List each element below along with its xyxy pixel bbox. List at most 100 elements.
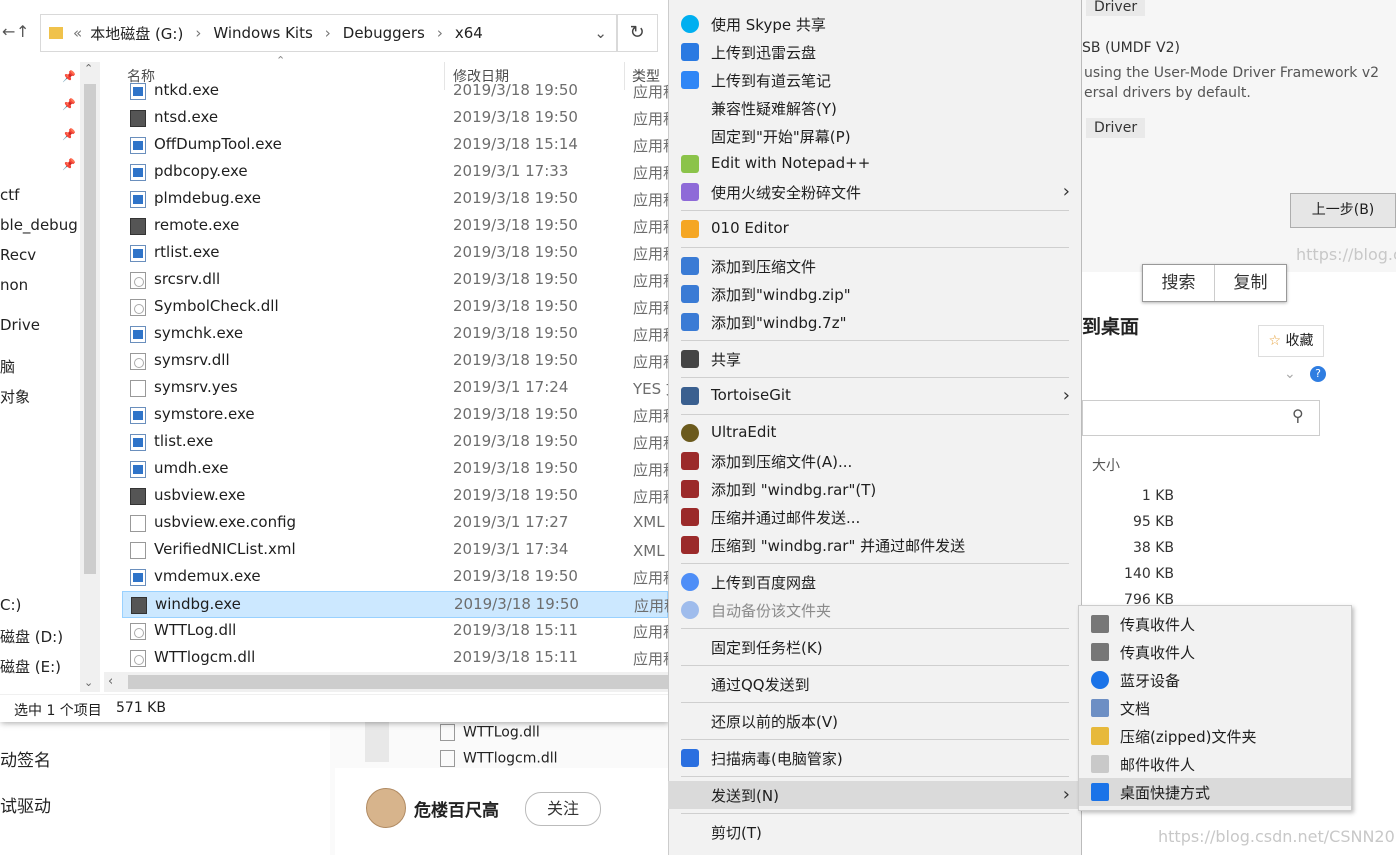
scroll-left-icon[interactable]: ‹ bbox=[108, 674, 113, 689]
nav-item[interactable]: ble_debug bbox=[0, 216, 78, 234]
prev-step-button[interactable]: 上一步(B) bbox=[1290, 193, 1396, 228]
file-row[interactable]: SymbolCheck.dll 2019/3/18 19:50 应用程 bbox=[122, 294, 668, 321]
author-name[interactable]: 危楼百尺高 bbox=[414, 796, 499, 821]
pin-icon[interactable]: 📌 bbox=[62, 70, 76, 83]
copy-button[interactable]: 复制 bbox=[1215, 265, 1286, 301]
breadcrumb-separator-icon[interactable]: › bbox=[325, 24, 331, 42]
file-row[interactable]: windbg.exe 2019/3/18 19:50 应用程 bbox=[122, 591, 669, 618]
address-dropdown-icon[interactable]: ⌄ bbox=[594, 24, 607, 42]
file-row[interactable]: WTTlogcm.dll 2019/3/18 15:11 应用程 bbox=[122, 645, 668, 672]
menu-item[interactable]: Edit with Notepad++ bbox=[668, 150, 1082, 178]
menu-item[interactable]: 010 Editor bbox=[668, 215, 1082, 243]
file-row[interactable]: symsrv.yes 2019/3/1 17:24 YES 文 bbox=[122, 375, 668, 402]
menu-item[interactable]: 添加到 "windbg.rar"(T) bbox=[668, 475, 1082, 503]
nav-item[interactable]: Recv bbox=[0, 246, 36, 264]
nav-item[interactable]: 对象 bbox=[0, 386, 30, 407]
menu-item[interactable]: 压缩到 "windbg.rar" 并通过邮件发送 bbox=[668, 531, 1082, 559]
file-row[interactable]: symsrv.dll 2019/3/18 19:50 应用程 bbox=[122, 348, 668, 375]
send-to-item-label: 传真收件人 bbox=[1120, 616, 1196, 634]
address-bar[interactable]: « 本地磁盘 (G:) › Windows Kits › Debuggers › x6… bbox=[40, 14, 618, 52]
nav-item[interactable]: non bbox=[0, 276, 28, 294]
author-avatar[interactable] bbox=[366, 788, 406, 828]
menu-item[interactable]: 固定到任务栏(K) bbox=[668, 633, 1082, 661]
menu-item[interactable]: 添加到"windbg.7z" bbox=[668, 308, 1082, 336]
follow-button[interactable]: 关注 bbox=[525, 792, 601, 826]
search-button[interactable]: 搜索 bbox=[1143, 265, 1215, 301]
menu-item[interactable]: 上传到有道云笔记 bbox=[668, 66, 1082, 94]
send-to-item[interactable]: 传真收件人 bbox=[1079, 638, 1351, 666]
menu-item[interactable]: 通过QQ发送到 bbox=[668, 670, 1082, 698]
file-row[interactable]: symstore.exe 2019/3/18 19:50 应用程 bbox=[122, 402, 668, 429]
scroll-up-icon[interactable]: ⌃ bbox=[84, 62, 93, 75]
breadcrumb-separator-icon[interactable]: › bbox=[437, 24, 443, 42]
horizontal-scrollbar-thumb[interactable] bbox=[128, 675, 668, 689]
nav-scrollbar-thumb[interactable] bbox=[84, 84, 96, 574]
menu-item[interactable]: 发送到(N) › bbox=[668, 781, 1082, 809]
nav-item[interactable]: 脑 bbox=[0, 356, 15, 377]
menu-item[interactable]: 兼容性疑难解答(Y) bbox=[668, 94, 1082, 122]
nav-item[interactable]: 磁盘 (D:) bbox=[0, 626, 63, 647]
size-column-header[interactable]: 大小 bbox=[1092, 455, 1120, 475]
menu-item[interactable]: 添加到压缩文件(A)... bbox=[668, 447, 1082, 475]
file-row[interactable]: plmdebug.exe 2019/3/18 19:50 应用程 bbox=[122, 186, 668, 213]
file-row[interactable]: ntkd.exe 2019/3/18 19:50 应用程 bbox=[122, 78, 668, 105]
favorite-button[interactable]: ☆ 收藏 bbox=[1258, 325, 1324, 357]
chevron-down-icon[interactable]: ⌄ bbox=[1284, 366, 1296, 382]
menu-item[interactable]: 添加到"windbg.zip" bbox=[668, 280, 1082, 308]
nav-item[interactable]: ctf bbox=[0, 186, 19, 204]
file-row[interactable]: symchk.exe 2019/3/18 19:50 应用程 bbox=[122, 321, 668, 348]
pin-icon[interactable]: 📌 bbox=[62, 158, 76, 171]
file-row[interactable]: VerifiedNICList.xml 2019/3/1 17:34 XML 文 bbox=[122, 537, 668, 564]
menu-item[interactable]: 固定到"开始"屏幕(P) bbox=[668, 122, 1082, 150]
menu-item[interactable]: TortoiseGit › bbox=[668, 382, 1082, 410]
search-icon[interactable]: ⚲ bbox=[1292, 406, 1304, 425]
breadcrumb-windows-kits[interactable]: Windows Kits bbox=[213, 24, 312, 42]
file-row[interactable]: rtlist.exe 2019/3/18 19:50 应用程 bbox=[122, 240, 668, 267]
pin-icon[interactable]: 📌 bbox=[62, 98, 76, 111]
file-row[interactable]: srcsrv.dll 2019/3/18 19:50 应用程 bbox=[122, 267, 668, 294]
menu-item[interactable]: UltraEdit bbox=[668, 419, 1082, 447]
nav-item[interactable]: 磁盘 (E:) bbox=[0, 656, 61, 677]
breadcrumb-separator-icon[interactable]: › bbox=[195, 24, 201, 42]
breadcrumb-debuggers[interactable]: Debuggers bbox=[343, 24, 425, 42]
nav-item[interactable]: Drive bbox=[0, 316, 40, 334]
menu-item-label: Edit with Notepad++ bbox=[711, 154, 871, 172]
scroll-down-icon[interactable]: ⌄ bbox=[84, 676, 93, 689]
send-to-item[interactable]: 蓝牙设备 bbox=[1079, 666, 1351, 694]
breadcrumb-drive[interactable]: 本地磁盘 (G:) bbox=[90, 23, 183, 44]
menu-item[interactable]: 使用火绒安全粉碎文件 › bbox=[668, 178, 1082, 206]
file-row[interactable]: OffDumpTool.exe 2019/3/18 15:14 应用程 bbox=[122, 132, 668, 159]
file-row[interactable]: pdbcopy.exe 2019/3/1 17:33 应用程 bbox=[122, 159, 668, 186]
menu-item[interactable]: 使用 Skype 共享 bbox=[668, 10, 1082, 38]
file-row[interactable]: remote.exe 2019/3/18 19:50 应用程 bbox=[122, 213, 668, 240]
pin-icon[interactable]: 📌 bbox=[62, 128, 76, 141]
file-row[interactable]: umdh.exe 2019/3/18 19:50 应用程 bbox=[122, 456, 668, 483]
file-row[interactable]: vmdemux.exe 2019/3/18 19:50 应用程 bbox=[122, 564, 668, 591]
menu-item[interactable]: 剪切(T) bbox=[668, 818, 1082, 846]
file-row[interactable]: tlist.exe 2019/3/18 19:50 应用程 bbox=[122, 429, 668, 456]
back-arrow-icon[interactable]: ← bbox=[2, 22, 15, 41]
send-to-item[interactable]: 桌面快捷方式 bbox=[1079, 778, 1351, 806]
menu-item[interactable]: 扫描病毒(电脑管家) bbox=[668, 744, 1082, 772]
overflow-chevron-icon[interactable]: « bbox=[73, 24, 82, 42]
send-to-item[interactable]: 文档 bbox=[1079, 694, 1351, 722]
menu-item[interactable]: 还原以前的版本(V) bbox=[668, 707, 1082, 735]
menu-item[interactable]: 共享 bbox=[668, 345, 1082, 373]
refresh-icon[interactable]: ↻ bbox=[616, 14, 658, 52]
file-row[interactable]: usbview.exe 2019/3/18 19:50 应用程 bbox=[122, 483, 668, 510]
file-row[interactable]: ntsd.exe 2019/3/18 19:50 应用程 bbox=[122, 105, 668, 132]
background-search-box[interactable] bbox=[1082, 400, 1320, 436]
send-to-item[interactable]: 传真收件人 bbox=[1079, 610, 1351, 638]
help-icon[interactable]: ? bbox=[1310, 366, 1326, 382]
menu-item[interactable]: 上传到百度网盘 bbox=[668, 568, 1082, 596]
send-to-item[interactable]: 压缩(zipped)文件夹 bbox=[1079, 722, 1351, 750]
menu-item[interactable]: 压缩并通过邮件发送... bbox=[668, 503, 1082, 531]
nav-item[interactable]: C:) bbox=[0, 596, 21, 614]
send-to-item[interactable]: 邮件收件人 bbox=[1079, 750, 1351, 778]
breadcrumb-x64[interactable]: x64 bbox=[455, 24, 483, 42]
menu-item[interactable]: 添加到压缩文件 bbox=[668, 252, 1082, 280]
menu-item[interactable]: 上传到迅雷云盘 bbox=[668, 38, 1082, 66]
up-arrow-icon[interactable]: ↑ bbox=[16, 22, 29, 41]
file-row[interactable]: WTTLog.dll 2019/3/18 15:11 应用程 bbox=[122, 618, 668, 645]
file-row[interactable]: usbview.exe.config 2019/3/1 17:27 XML C bbox=[122, 510, 668, 537]
